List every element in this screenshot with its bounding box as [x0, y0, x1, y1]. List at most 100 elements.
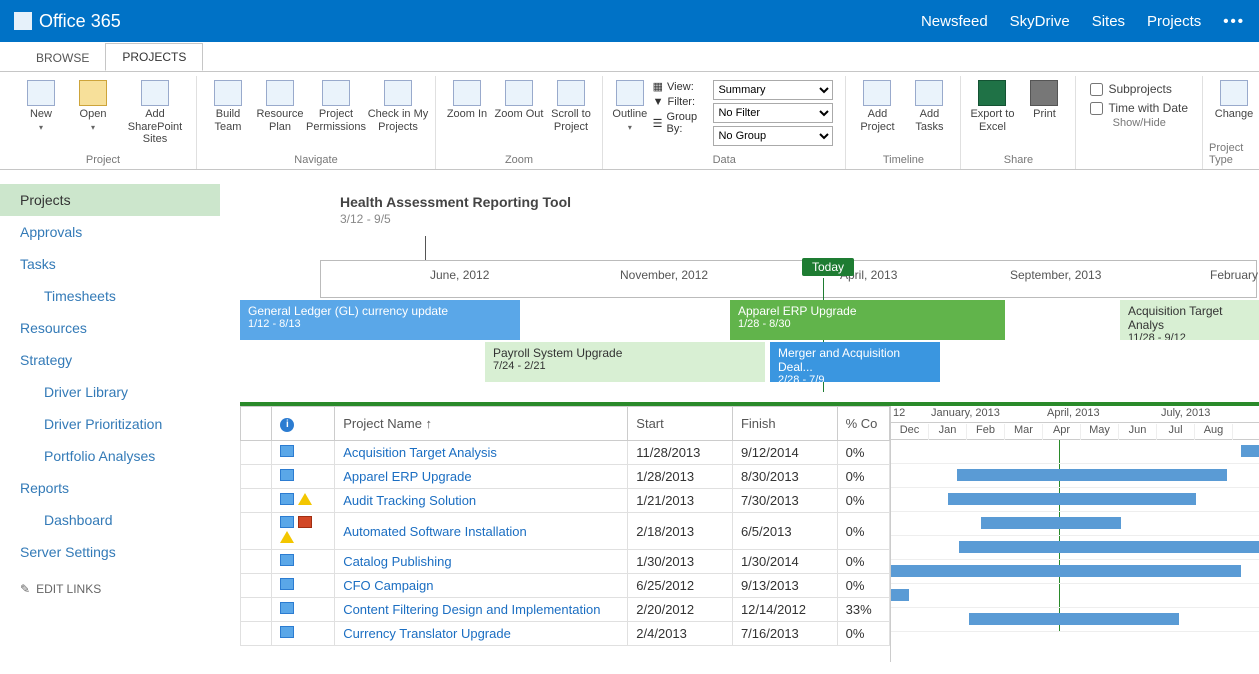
build-team-button[interactable]: Build Team — [203, 76, 253, 133]
timeline-bar[interactable]: Apparel ERP Upgrade1/28 - 8/30 — [730, 300, 1005, 340]
gantt-bar[interactable] — [891, 589, 909, 601]
info-icon[interactable]: i — [280, 418, 294, 432]
col-pct[interactable]: % Co — [837, 407, 889, 441]
timeline-bar[interactable]: Payroll System Upgrade7/24 - 2/21 — [485, 342, 765, 382]
outline-button[interactable]: Outline▾ — [609, 76, 651, 132]
view-select[interactable]: Summary — [713, 80, 833, 100]
timeline-bar[interactable]: Merger and Acquisition Deal...2/28 - 7/9 — [770, 342, 940, 382]
print-button[interactable]: Print — [1019, 76, 1069, 121]
gantt-month-label: Jul — [1157, 424, 1195, 440]
timeline-bar[interactable]: General Ledger (GL) currency update1/12 … — [240, 300, 520, 340]
project-link[interactable]: Automated Software Installation — [343, 524, 527, 539]
project-link[interactable]: Apparel ERP Upgrade — [343, 469, 471, 484]
col-name[interactable]: Project Name ↑ — [335, 407, 628, 441]
gantt-row — [891, 464, 1259, 488]
sidebar-item[interactable]: Resources — [0, 312, 220, 344]
gantt-bar[interactable] — [957, 469, 1227, 481]
gantt-bar[interactable] — [981, 517, 1121, 529]
table-row[interactable]: Automated Software Installation2/18/2013… — [241, 513, 890, 550]
new-button[interactable]: New▾ — [16, 76, 66, 132]
gantt-bar[interactable] — [959, 541, 1259, 553]
table-row[interactable]: Apparel ERP Upgrade1/28/20138/30/20130% — [241, 465, 890, 489]
group-label: Project — [86, 152, 120, 169]
permissions-icon — [322, 80, 350, 106]
tab-projects[interactable]: PROJECTS — [105, 43, 203, 71]
gantt-quarter-label: July, 2013 — [1161, 407, 1210, 419]
sidebar-item[interactable]: Reports — [0, 472, 220, 504]
project-link[interactable]: Catalog Publishing — [343, 554, 451, 569]
timeline-summary[interactable]: Health Assessment Reporting Tool 3/12 - … — [240, 180, 1259, 400]
sidebar-item[interactable]: Portfolio Analyses — [0, 440, 220, 472]
gantt-bar[interactable] — [891, 565, 1241, 577]
nav-skydrive[interactable]: SkyDrive — [1010, 13, 1070, 30]
table-row[interactable]: Content Filtering Design and Implementat… — [241, 598, 890, 622]
table-row[interactable]: Audit Tracking Solution1/21/20137/30/201… — [241, 489, 890, 513]
gantt-bar[interactable] — [1241, 445, 1259, 457]
gantt-bar[interactable] — [969, 613, 1179, 625]
sidebar-item[interactable]: Dashboard — [0, 504, 220, 536]
table-row[interactable]: Catalog Publishing1/30/20131/30/20140% — [241, 550, 890, 574]
gantt-row — [891, 512, 1259, 536]
export-excel-button[interactable]: Export to Excel — [967, 76, 1017, 133]
open-button[interactable]: Open▾ — [68, 76, 118, 132]
zoom-out-button[interactable]: Zoom Out — [494, 76, 544, 121]
add-sharepoint-button[interactable]: Add SharePoint Sites — [120, 76, 190, 146]
table-row[interactable]: CFO Campaign6/25/20129/13/20130% — [241, 574, 890, 598]
brand-text: Office 365 — [39, 11, 121, 32]
red-flag-icon — [298, 516, 312, 528]
checkin-icon — [384, 80, 412, 106]
sidebar-item[interactable]: Driver Prioritization — [0, 408, 220, 440]
group-label: Share — [1004, 152, 1033, 169]
subprojects-checkbox[interactable]: Subprojects — [1090, 82, 1188, 96]
add-project-button[interactable]: Add Project — [852, 76, 902, 133]
add-project-icon — [863, 80, 891, 106]
main: ProjectsApprovalsTasksTimesheetsResource… — [0, 170, 1259, 674]
nav-newsfeed[interactable]: Newsfeed — [921, 13, 988, 30]
gantt-month-label: Aug — [1195, 424, 1233, 440]
nav-sites[interactable]: Sites — [1092, 13, 1125, 30]
change-type-button[interactable]: Change — [1209, 76, 1259, 121]
gantt-chart[interactable]: 12 January, 2013 April, 2013 July, 2013 … — [890, 406, 1259, 662]
gantt-row — [891, 560, 1259, 584]
edit-links[interactable]: ✎ EDIT LINKS — [0, 568, 220, 610]
gantt-row — [891, 440, 1259, 464]
project-link[interactable]: Acquisition Target Analysis — [343, 445, 497, 460]
nav-more-icon[interactable]: ••• — [1223, 13, 1245, 30]
project-link[interactable]: Currency Translator Upgrade — [343, 626, 511, 641]
table-row[interactable]: Acquisition Target Analysis11/28/20139/1… — [241, 441, 890, 465]
col-start[interactable]: Start — [628, 407, 733, 441]
sidebar-item[interactable]: Projects — [0, 184, 220, 216]
zoom-in-button[interactable]: Zoom In — [442, 76, 492, 121]
group-label: Group By: — [667, 111, 706, 135]
checkin-button[interactable]: Check in My Projects — [367, 76, 429, 133]
scroll-icon — [557, 80, 585, 106]
sidebar-item[interactable]: Timesheets — [0, 280, 220, 312]
tab-browse[interactable]: BROWSE — [20, 45, 105, 71]
project-link[interactable]: Content Filtering Design and Implementat… — [343, 602, 600, 617]
table-row[interactable]: Currency Translator Upgrade2/4/20137/16/… — [241, 622, 890, 646]
sidebar-item[interactable]: Strategy — [0, 344, 220, 376]
group-label: Show/Hide — [1113, 115, 1166, 132]
project-link[interactable]: Audit Tracking Solution — [343, 493, 476, 508]
gantt-bar[interactable] — [948, 493, 1196, 505]
filter-icon: ▼ — [653, 96, 664, 108]
gantt-quarter-label: April, 2013 — [1047, 407, 1100, 419]
col-finish[interactable]: Finish — [732, 407, 837, 441]
timeline-bar[interactable]: Acquisition Target Analys11/28 - 9/12 — [1120, 300, 1259, 340]
sidebar-item[interactable]: Driver Library — [0, 376, 220, 408]
sidebar-item[interactable]: Server Settings — [0, 536, 220, 568]
callout-connector — [425, 236, 426, 260]
resource-plan-button[interactable]: Resource Plan — [255, 76, 305, 133]
warning-icon — [298, 493, 312, 505]
scroll-to-project-button[interactable]: Scroll to Project — [546, 76, 596, 133]
sidebar-item[interactable]: Approvals — [0, 216, 220, 248]
nav-projects[interactable]: Projects — [1147, 13, 1201, 30]
filter-select[interactable]: No Filter — [713, 103, 833, 123]
time-with-date-checkbox[interactable]: Time with Date — [1090, 101, 1188, 115]
sidebar-item[interactable]: Tasks — [0, 248, 220, 280]
group-select[interactable]: No Group — [713, 126, 833, 146]
permissions-button[interactable]: Project Permissions — [307, 76, 365, 133]
add-tasks-button[interactable]: Add Tasks — [904, 76, 954, 133]
project-link[interactable]: CFO Campaign — [343, 578, 433, 593]
change-icon — [1220, 80, 1248, 106]
